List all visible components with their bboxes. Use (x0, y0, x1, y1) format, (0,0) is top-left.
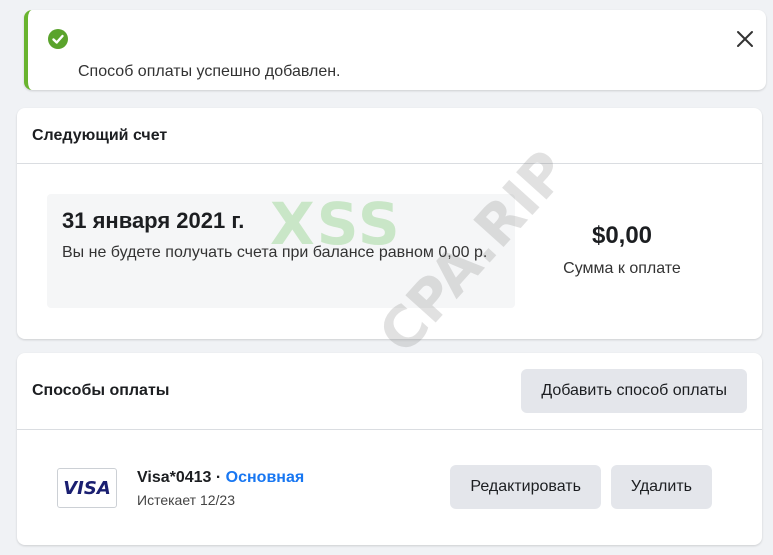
visa-logo: VISA (57, 468, 117, 508)
payment-methods-header: Способы оплаты Добавить способ оплаты (17, 353, 762, 430)
card-name: Visa*0413 (137, 468, 212, 486)
payment-methods-heading: Способы оплаты (32, 382, 170, 399)
amount-value: $0,00 (591, 222, 653, 249)
toast-message: Способ оплаты успешно добавлен. (78, 63, 341, 80)
payment-methods-card: Способы оплаты Добавить способ оплаты VI… (17, 353, 762, 545)
success-toast: Способ оплаты успешно добавлен. (24, 10, 766, 90)
amount-label: Сумма к оплате (563, 260, 681, 277)
close-icon[interactable] (734, 28, 756, 50)
card-expiry: Истекает 12/23 (137, 491, 235, 508)
next-bill-card: Следующий счет 31 января 2021 г. Вы не б… (17, 108, 762, 339)
check-circle-icon (48, 29, 68, 49)
add-payment-method-button[interactable]: Добавить способ оплаты (521, 369, 747, 413)
payment-method-item: VISA Visa*0413 · Основная Истекает 12/23 (57, 468, 304, 508)
billing-note: Вы не будете получать счета при балансе … (62, 244, 488, 261)
title-separator: · (211, 468, 226, 486)
payment-method-title: Visa*0413 · Основная (137, 469, 304, 487)
billing-date-box: 31 января 2021 г. Вы не будете получать … (47, 194, 515, 308)
primary-badge: Основная (225, 468, 305, 486)
delete-button[interactable]: Удалить (610, 465, 712, 509)
payment-method-info: Visa*0413 · Основная Истекает 12/23 (137, 469, 304, 508)
billing-date: 31 января 2021 г. (62, 208, 245, 233)
next-bill-heading: Следующий счет (17, 108, 762, 164)
edit-button[interactable]: Редактировать (450, 465, 601, 509)
amount-due: $0,00 Сумма к оплате (547, 222, 697, 278)
payment-method-actions: Редактировать Удалить (450, 465, 712, 509)
